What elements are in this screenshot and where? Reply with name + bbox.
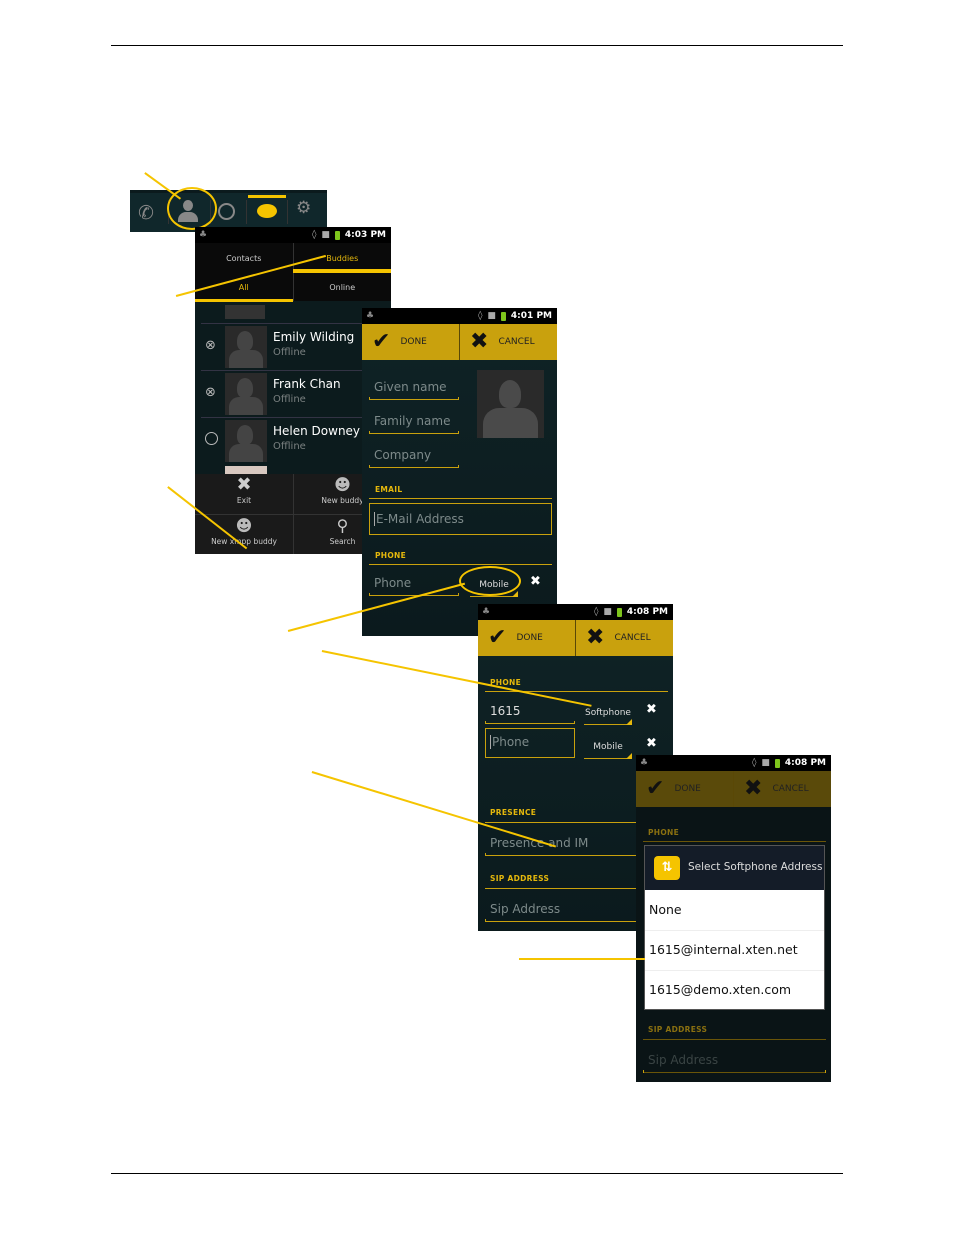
remove-phone-button[interactable]: ✖	[530, 574, 541, 589]
close-icon: ✖	[236, 474, 252, 495]
checkmark-icon: ✔	[646, 776, 665, 801]
given-name-field[interactable]: Given name	[369, 374, 459, 400]
status-bar: ♣ ◊ ■ 4:08 PM	[478, 604, 673, 620]
close-icon: ✖	[470, 329, 489, 354]
chat-icon[interactable]	[257, 204, 277, 218]
presence-blocked-icon: ⊗	[205, 385, 216, 400]
email-field[interactable]: E-Mail Address	[369, 503, 552, 535]
status-bar: ♣ ◊ ■ 4:08 PM	[636, 755, 831, 771]
remove-phone-button[interactable]: ✖	[646, 736, 657, 751]
new-contact-screen: ♣ ◊ ■ 4:01 PM ✔ DONE ✖ CANCEL Given name Fam…	[362, 308, 557, 636]
softphone-app-icon: ⇅	[654, 856, 680, 880]
sip-address-field[interactable]: Sip Address	[643, 1047, 826, 1073]
callout-line	[519, 958, 645, 960]
action-bar: ✔ DONE ✖ CANCEL	[636, 771, 831, 807]
close-icon: ✖	[744, 776, 763, 801]
presence-offline-icon	[205, 432, 218, 445]
cancel-button[interactable]: ✖ CANCEL	[459, 324, 557, 360]
done-button[interactable]: ✔ DONE	[636, 771, 733, 807]
option-internal[interactable]: 1615@internal.xten.net	[645, 930, 824, 971]
dialog-header: ⇅ Select Softphone Address	[645, 846, 824, 890]
presence-blocked-icon: ⊗	[205, 338, 216, 353]
presence-field[interactable]: Presence and IM	[485, 830, 645, 856]
history-icon[interactable]	[218, 203, 235, 220]
cancel-button[interactable]: ✖ CANCEL	[733, 771, 831, 807]
phone-field[interactable]: Phone	[369, 570, 459, 596]
settings-icon[interactable]: ⚙	[296, 198, 311, 218]
footer-rule	[111, 1173, 843, 1174]
done-button[interactable]: ✔ DONE	[362, 324, 459, 360]
menu-item-exit[interactable]: ✖ Exit	[195, 474, 293, 514]
company-field[interactable]: Company	[369, 442, 459, 468]
contact-photo[interactable]	[477, 370, 544, 438]
avatar	[225, 420, 267, 462]
select-softphone-screen: ♣ ◊ ■ 4:08 PM ✔ DONE ✖ CANCEL PHONE ⇅ Select…	[636, 755, 831, 1082]
action-bar: ✔ DONE ✖ CANCEL	[478, 620, 673, 656]
status-bar: ♣ ◊ ■ 4:01 PM	[362, 308, 557, 324]
phone-icon[interactable]: ✆	[138, 202, 154, 224]
option-none[interactable]: None	[645, 890, 824, 931]
status-bar: ♣ ◊ ■ 4:03 PM	[195, 227, 391, 243]
close-icon: ✖	[586, 625, 605, 650]
avatar	[225, 326, 267, 368]
checkmark-icon: ✔	[372, 329, 391, 354]
sip-address-field[interactable]: Sip Address	[485, 896, 645, 922]
header-rule	[111, 45, 843, 46]
avatar	[225, 373, 267, 415]
callout-ring-mobile	[459, 566, 521, 596]
action-bar: ✔ DONE ✖ CANCEL	[362, 324, 557, 360]
cancel-button[interactable]: ✖ CANCEL	[575, 620, 673, 656]
family-name-field[interactable]: Family name	[369, 408, 459, 434]
checkmark-icon: ✔	[488, 625, 507, 650]
phone-field-2[interactable]: Phone	[485, 728, 575, 758]
remove-phone-button[interactable]: ✖	[646, 702, 657, 717]
tab-active-indicator	[248, 195, 286, 198]
phone-type-spinner[interactable]: Mobile	[584, 735, 632, 759]
option-demo[interactable]: 1615@demo.xten.com	[645, 970, 824, 1010]
phone-field[interactable]: 1615	[485, 698, 575, 724]
done-button[interactable]: ✔ DONE	[478, 620, 575, 656]
select-softphone-dialog: ⇅ Select Softphone Address None 1615@int…	[644, 845, 825, 1010]
main-tabbar: ✆ ⚙	[130, 190, 327, 232]
subtab-online[interactable]: Online	[294, 273, 392, 301]
